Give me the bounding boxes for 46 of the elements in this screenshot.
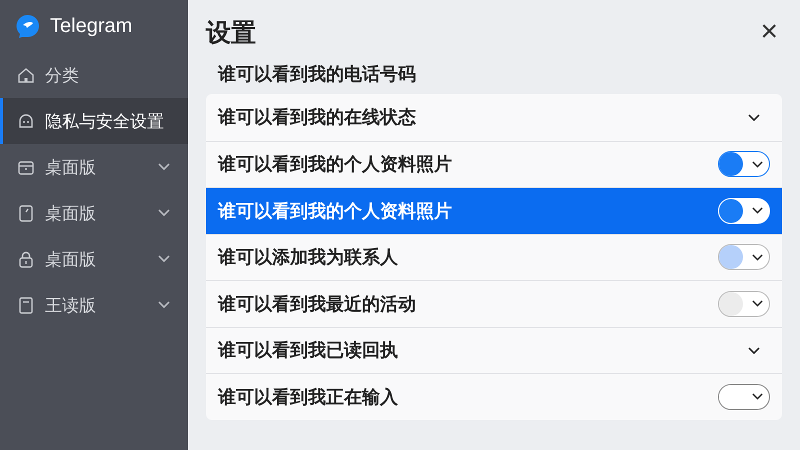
page-title: 设置 (206, 16, 256, 48)
sidebar-item[interactable]: 隐私与安全设置 (0, 98, 188, 144)
sidebar-item[interactable]: 分类 (0, 52, 188, 98)
sidebar-label: 王读版 (45, 294, 97, 316)
close-button[interactable]: × (756, 17, 782, 47)
row-label: 谁可以看到我已读回执 (218, 339, 398, 362)
app-name: Telegram (50, 14, 132, 38)
document-icon (17, 296, 35, 314)
row-label: 谁可以看到我正在输入 (218, 386, 398, 409)
chevron-down-icon (752, 393, 763, 400)
chevron-down-icon (752, 207, 763, 214)
row-label: 谁可以看到我最近的活动 (218, 292, 416, 316)
settings-row[interactable]: 谁可以看到我最近的活动 (206, 280, 782, 326)
settings-row[interactable]: 谁可以看到我已读回执 (206, 326, 782, 373)
chevron-down-icon (752, 160, 763, 168)
chevron-down-icon (748, 346, 760, 354)
sidebar-label: 桌面版 (45, 156, 97, 178)
settings-row[interactable]: 谁可以看到我正在输入 (206, 373, 782, 420)
logo-icon (16, 14, 40, 38)
face-icon (17, 112, 35, 130)
sidebar-label: 桌面版 (45, 248, 97, 270)
toggle-switch[interactable] (718, 151, 770, 178)
toggle-switch[interactable] (718, 290, 770, 317)
chevron-down-icon (752, 254, 763, 261)
row-label: 谁可以看到我的个人资料照片 (218, 153, 452, 176)
sidebar-item[interactable]: 桌面版 (0, 190, 188, 236)
toggle-switch[interactable] (718, 244, 770, 270)
tablet-icon (17, 204, 35, 222)
sidebar-label: 桌面版 (45, 202, 97, 224)
sidebar-label: 分类 (45, 64, 80, 86)
section-heading: 谁可以看到我的电话号码 (216, 63, 417, 87)
home-icon (17, 66, 35, 84)
chevron-down-icon (752, 300, 763, 308)
chevron-down-icon (748, 114, 760, 121)
settings-row[interactable]: 谁可以看到我的个人资料照片 (206, 187, 782, 234)
toggle-switch[interactable] (718, 384, 770, 410)
settings-row[interactable]: 谁可以看到我的在线状态 (206, 94, 782, 140)
settings-row[interactable]: 谁可以添加我为联系人 (206, 234, 782, 280)
row-label: 谁可以看到我的个人资料照片 (218, 200, 452, 223)
sidebar-label: 隐私与安全设置 (45, 110, 165, 132)
row-label: 谁可以看到我的在线状态 (218, 106, 416, 130)
sidebar-item[interactable]: 桌面版 (0, 144, 188, 190)
sidebar-item[interactable]: 王读版 (0, 282, 188, 328)
row-label: 谁可以添加我为联系人 (218, 246, 398, 270)
lock-icon (17, 250, 35, 268)
sidebar-item[interactable]: 桌面版 (0, 236, 188, 282)
